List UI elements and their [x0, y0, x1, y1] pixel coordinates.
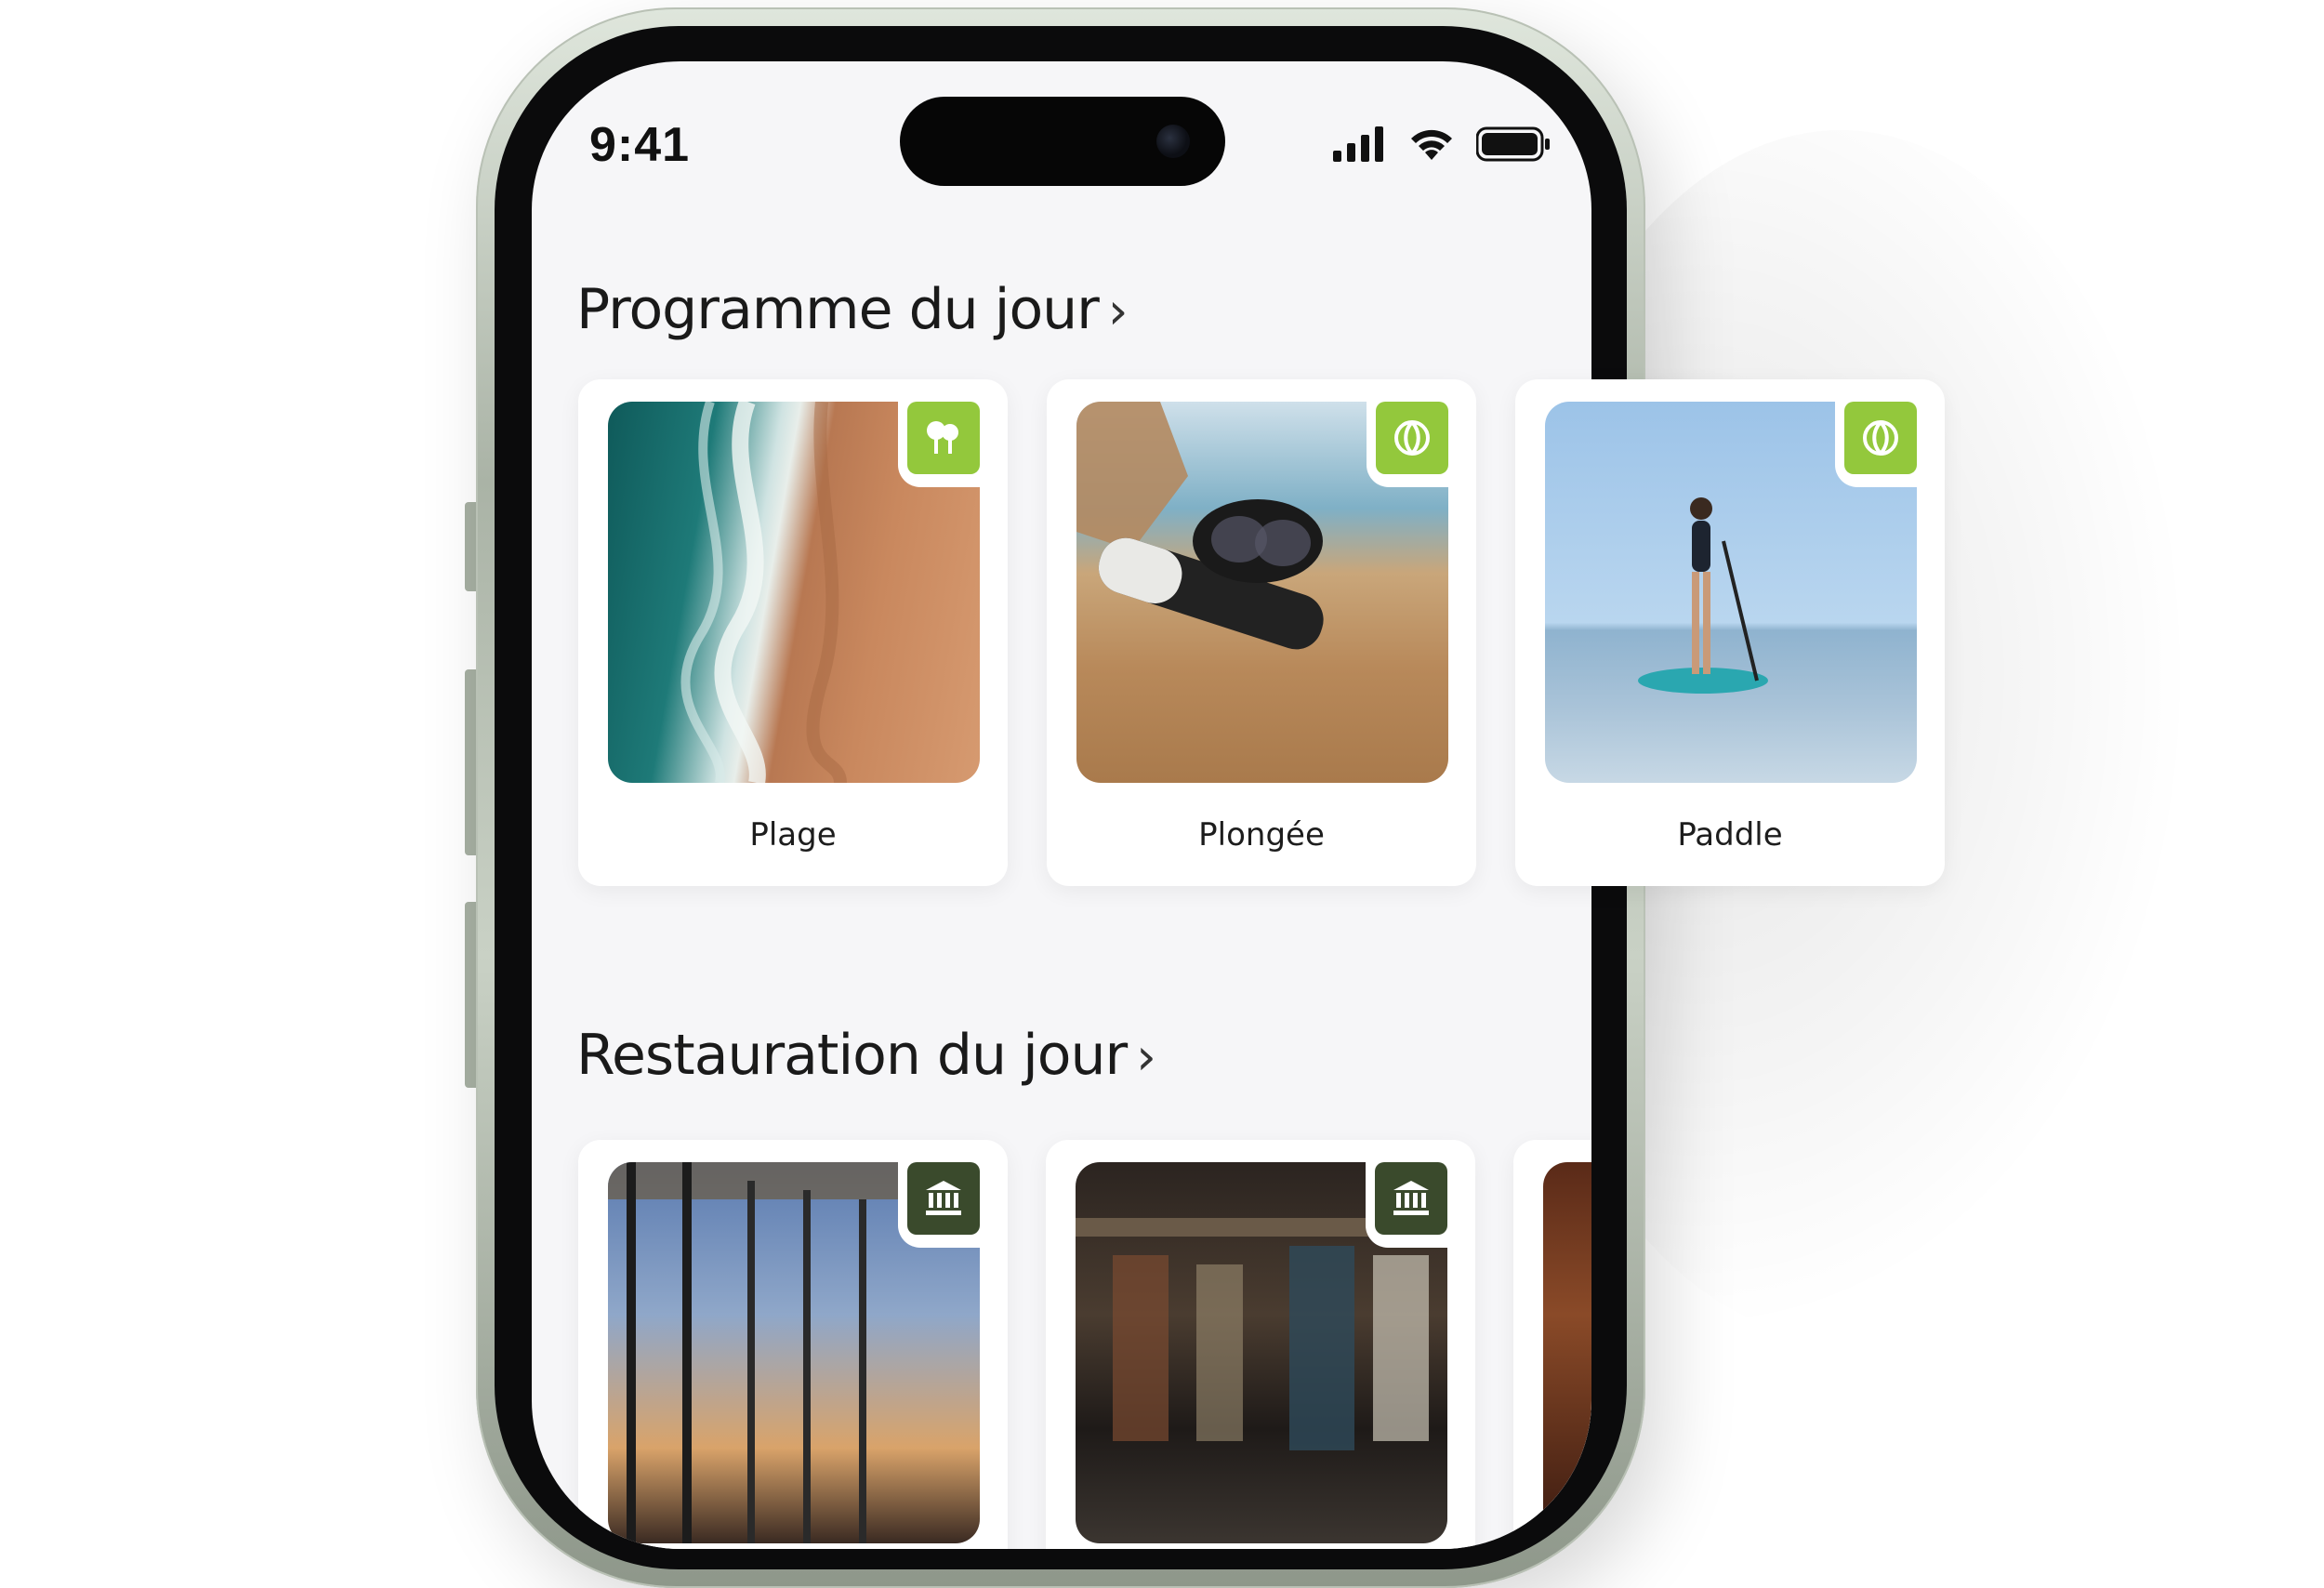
status-time: 9:41	[589, 118, 691, 172]
section-title-label: Programme du jour	[576, 277, 1100, 342]
section-title-programme[interactable]: Programme du jour ›	[576, 277, 1129, 342]
restaurant-card[interactable]	[1046, 1140, 1475, 1549]
status-icons	[1333, 126, 1551, 162]
card-label: Paddle	[1677, 816, 1783, 854]
card-label: Plongée	[1198, 816, 1325, 854]
chevron-right-icon: ›	[1107, 282, 1129, 340]
activity-card-plongee[interactable]: Plongée	[1047, 379, 1476, 886]
section-title-restauration[interactable]: Restauration du jour ›	[576, 1023, 1156, 1088]
activity-card-plage[interactable]: Plage	[578, 379, 1008, 886]
chevron-right-icon: ›	[1136, 1027, 1156, 1086]
dynamic-island	[900, 97, 1225, 186]
front-camera	[1156, 125, 1190, 158]
cellular-signal-icon	[1333, 126, 1383, 162]
battery-icon	[1476, 126, 1550, 162]
restaurant-photo	[1543, 1162, 1591, 1543]
institution-icon	[907, 1162, 980, 1235]
section-title-label: Restauration du jour	[576, 1023, 1128, 1088]
beach-ball-icon	[1376, 402, 1448, 474]
restaurant-card[interactable]	[578, 1140, 1008, 1549]
beach-ball-icon	[1844, 402, 1917, 474]
wifi-icon	[1411, 129, 1452, 160]
activity-card-paddle[interactable]: Paddle	[1515, 379, 1945, 886]
institution-icon	[1375, 1162, 1447, 1235]
card-label: Plage	[749, 816, 837, 854]
restaurant-card[interactable]	[1513, 1140, 1591, 1549]
palm-trees-icon	[907, 402, 980, 474]
